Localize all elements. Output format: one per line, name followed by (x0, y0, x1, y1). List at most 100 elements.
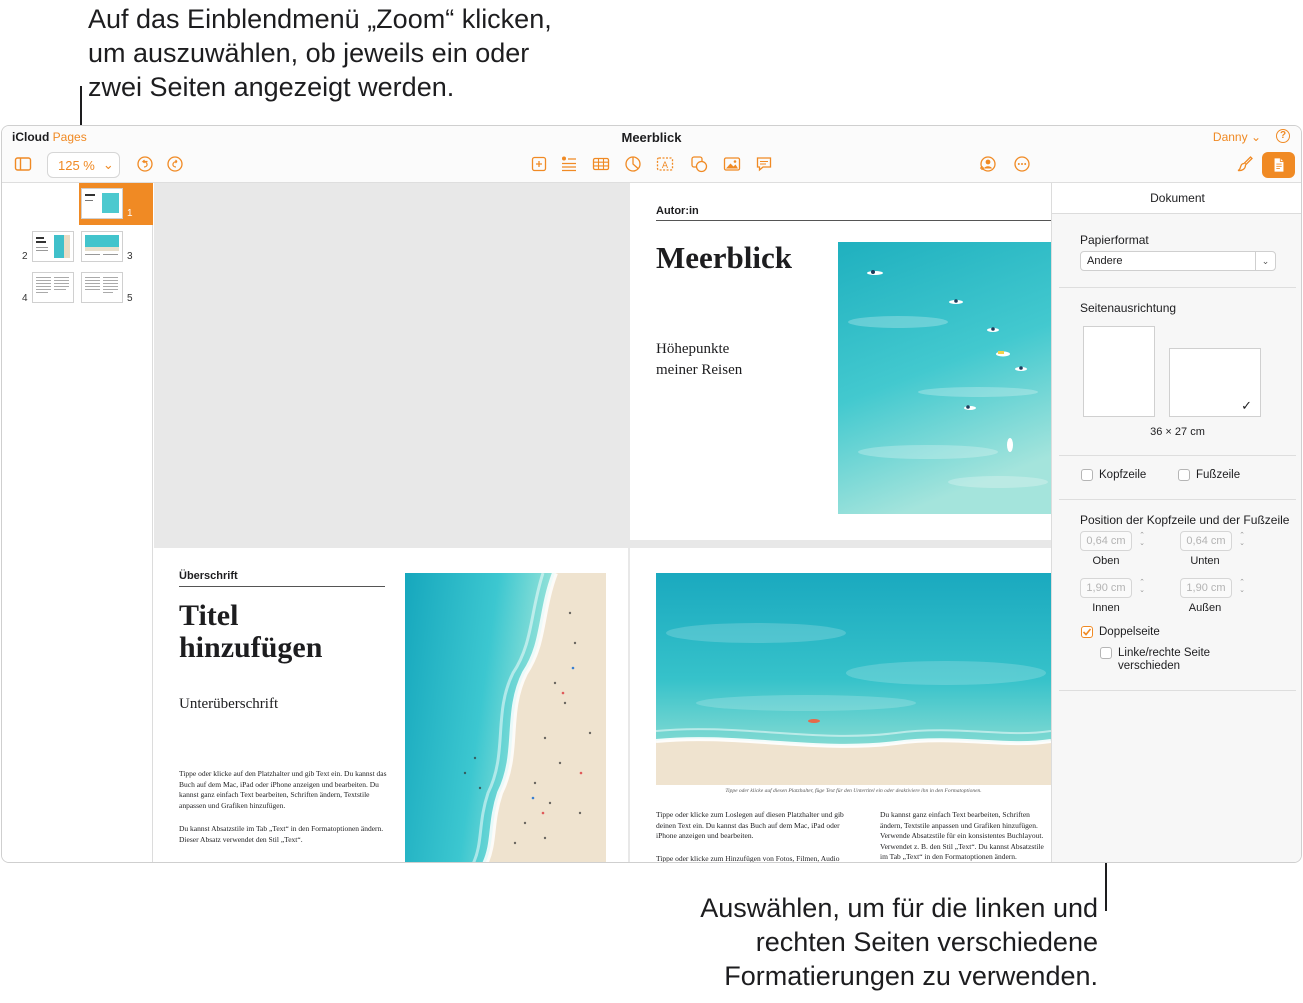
user-menu[interactable]: Danny ⌄ (1213, 130, 1261, 144)
paper-format-value: Andere (1087, 255, 1123, 267)
chevron-down-icon: ⌄ (102, 157, 114, 172)
checkmark-icon: ✓ (1241, 398, 1252, 413)
cover-subtitle-line: meiner Reisen (656, 362, 743, 378)
page-right[interactable]: Tippe oder klicke auf diesen Platzhalter… (630, 548, 1051, 862)
stepper-arrows-icon[interactable]: ⌃ ⌄ (1137, 532, 1147, 550)
insert-icon[interactable] (528, 153, 550, 175)
page-title-line: hinzufügen (179, 631, 323, 664)
outside-margin-field[interactable]: 1,90 cm (1180, 578, 1232, 598)
body-text[interactable]: Tippe oder klicke auf den Platzhalter un… (179, 769, 387, 811)
page-thumbnails-sidebar: 1 2 3 4 5 (2, 183, 153, 862)
header-footer-position-label: Position der Kopfzeile und der Fußzeile (1080, 513, 1290, 527)
bottom-margin-label: Unten (1190, 555, 1220, 567)
thumbnail-number: 2 (22, 251, 28, 262)
top-margin-label: Oben (1092, 555, 1120, 567)
author-label[interactable]: Autor:in (656, 205, 699, 217)
format-brush-icon[interactable] (1234, 153, 1256, 175)
footer-label: Fußzeile (1196, 469, 1241, 481)
media-icon[interactable] (721, 153, 743, 175)
page-title-line: Titel (179, 599, 239, 632)
sidebar-icon[interactable] (12, 153, 34, 175)
left-right-different-checkbox[interactable] (1100, 647, 1112, 659)
callout-zoom: Auf das Einblendmenü „Zoom“ klicken, um … (88, 2, 628, 104)
paper-format-select[interactable]: Andere ⌄ (1080, 251, 1276, 271)
comment-icon[interactable] (753, 153, 775, 175)
photo-caption[interactable]: Tippe oder klicke auf diesen Platzhalter… (656, 788, 1051, 794)
landscape-option[interactable]: ✓ (1169, 348, 1261, 417)
facing-pages-checkbox[interactable] (1081, 626, 1093, 638)
divider (1059, 287, 1296, 288)
body-text[interactable]: Tippe oder klicke zum Loslegen auf diese… (656, 810, 856, 842)
text-list-icon[interactable] (558, 153, 580, 175)
redo-icon[interactable] (164, 153, 186, 175)
page-cover[interactable]: Autor:in Meerblick Höhepunkte meiner Rei… (630, 183, 1051, 540)
ocean-photo[interactable] (656, 573, 1051, 785)
subheading[interactable]: Unterüberschrift (179, 696, 278, 713)
rule (179, 586, 385, 587)
bottom-margin-field[interactable]: 0,64 cm (1180, 531, 1232, 551)
footer-checkbox[interactable] (1178, 469, 1190, 481)
cover-subtitle[interactable]: Höhepunkte meiner Reisen (656, 339, 742, 381)
left-right-different-label: Linke/rechte Seite verschieden (1118, 647, 1210, 673)
thumbnail-number: 5 (127, 293, 133, 304)
undo-icon[interactable] (134, 153, 156, 175)
divider (1059, 455, 1296, 456)
zoom-popup[interactable]: 125 % ⌄ (47, 152, 120, 178)
page-left[interactable]: Überschrift Titel hinzufügen Unterübersc… (154, 548, 628, 862)
more-icon[interactable] (1011, 153, 1033, 175)
thumbnail-number: 1 (127, 208, 133, 219)
header-checkbox[interactable] (1081, 469, 1093, 481)
table-icon[interactable] (590, 153, 612, 175)
body-text[interactable]: Du kannst ganz einfach Text bearbeiten, … (880, 810, 1051, 862)
portrait-option[interactable] (1083, 326, 1155, 417)
body-text[interactable]: Du kannst Absatzstile im Tab „Text“ in d… (179, 824, 387, 845)
thumbnail-number: 4 (22, 293, 28, 304)
chevron-down-icon: ⌄ (1250, 130, 1261, 144)
cover-title[interactable]: Meerblick (656, 240, 792, 276)
inside-margin-label: Innen (1092, 602, 1120, 614)
svg-text:A: A (662, 161, 669, 171)
divider (1059, 690, 1296, 691)
outside-margin-label: Außen (1188, 602, 1222, 614)
paper-format-label: Papierformat (1080, 233, 1149, 247)
page-title[interactable]: Titel hinzufügen (179, 600, 322, 664)
heading-label[interactable]: Überschrift (179, 570, 238, 582)
thumbnail-number: 3 (127, 251, 133, 262)
document-canvas[interactable]: Autor:in Meerblick Höhepunkte meiner Rei… (154, 183, 1051, 862)
chart-icon[interactable] (622, 153, 644, 175)
inside-margin-field[interactable]: 1,90 cm (1080, 578, 1132, 598)
top-margin-field[interactable]: 0,64 cm (1080, 531, 1132, 551)
shape-icon[interactable] (688, 153, 710, 175)
stepper-arrows-icon[interactable]: ⌃ ⌄ (1137, 579, 1147, 597)
thumbnail-page-2[interactable] (32, 231, 74, 262)
stepper-arrows-icon[interactable]: ⌃ ⌄ (1237, 532, 1247, 550)
help-icon[interactable]: ? (1276, 129, 1290, 143)
checkmark-icon (1082, 628, 1092, 636)
zoom-value: 125 % (58, 157, 95, 173)
callout-line: rechten Seiten verschiedene (755, 927, 1098, 957)
callout-line: zwei Seiten angezeigt werden. (88, 72, 455, 102)
chevron-down-icon: ⌄ (1255, 252, 1275, 270)
callout-line: Auf das Einblendmenü „Zoom“ klicken, (88, 4, 552, 34)
toolbar: iCloud Pages Meerblick Danny ⌄ ? 125 % ⌄ (2, 126, 1301, 183)
header-label: Kopfzeile (1099, 469, 1147, 481)
thumbnail-page-4[interactable] (32, 272, 74, 303)
beach-photo[interactable] (405, 573, 606, 862)
user-name: Danny (1212, 130, 1248, 144)
tab-document[interactable]: Dokument (1052, 183, 1301, 214)
thumbnail-page-5[interactable] (81, 272, 123, 303)
facing-pages-label: Doppelseite (1099, 626, 1160, 638)
collaborate-icon[interactable] (976, 153, 998, 175)
cover-photo[interactable] (838, 242, 1051, 514)
text-box-icon[interactable]: A (654, 153, 676, 175)
stepper-arrows-icon[interactable]: ⌃ ⌄ (1237, 579, 1247, 597)
cover-subtitle-line: Höhepunkte (656, 341, 730, 357)
document-icon[interactable] (1262, 152, 1295, 178)
thumbnail-page-1[interactable] (81, 188, 123, 219)
callout-line: um auszuwählen, ob jeweils ein oder (88, 38, 530, 68)
body-text[interactable]: Tippe oder klicke zum Hinzufügen von Fot… (656, 854, 856, 862)
label-line: Linke/rechte Seite (1118, 647, 1211, 659)
thumbnail-page-3[interactable] (81, 231, 123, 262)
document-inspector: Dokument Papierformat Andere ⌄ Seitenaus… (1051, 183, 1301, 862)
label-line: verschieden (1118, 660, 1181, 672)
